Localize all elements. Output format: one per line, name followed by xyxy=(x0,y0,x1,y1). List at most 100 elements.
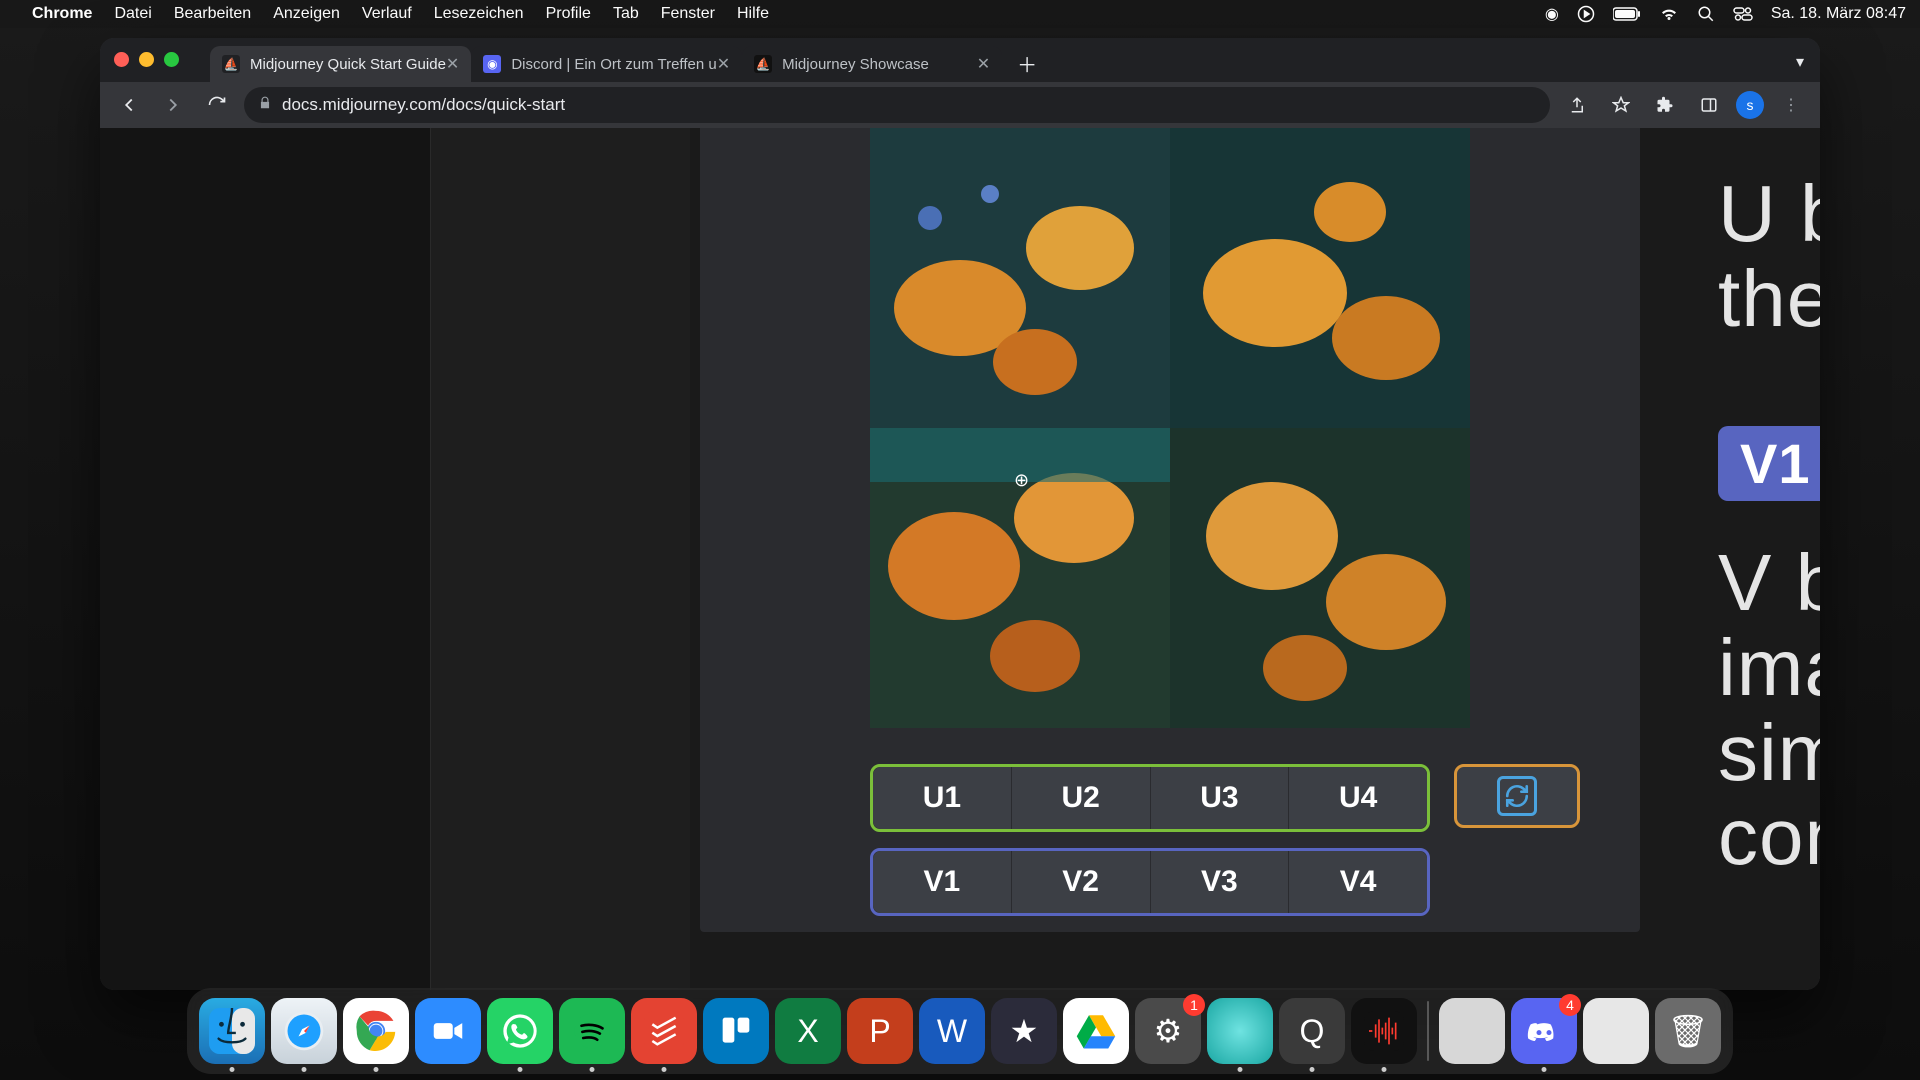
dock-voice-memos-icon[interactable] xyxy=(1351,998,1417,1064)
text-line: sim xyxy=(1718,711,1820,796)
bookmark-icon[interactable] xyxy=(1604,88,1638,122)
dock-chrome-icon[interactable] xyxy=(343,998,409,1064)
running-indicator xyxy=(1542,1067,1547,1072)
variation-v4-button[interactable]: V4 xyxy=(1289,851,1427,913)
share-icon[interactable] xyxy=(1560,88,1594,122)
tab-discord[interactable]: ◉ Discord | Ein Ort zum Treffen u ✕ xyxy=(471,46,742,82)
menu-profile[interactable]: Profile xyxy=(546,5,591,23)
tabs-dropdown-icon[interactable]: ▾ xyxy=(1796,52,1804,72)
dock-todoist-icon[interactable] xyxy=(631,998,697,1064)
dock-safari-icon[interactable] xyxy=(271,998,337,1064)
tab-title: Discord | Ein Ort zum Treffen u xyxy=(511,56,716,73)
zoom-cursor-icon: ⊕ xyxy=(1014,470,1029,491)
menu-lesezeichen[interactable]: Lesezeichen xyxy=(434,5,524,23)
window-fullscreen-button[interactable] xyxy=(164,52,179,67)
dock-discord-icon[interactable]: 4 xyxy=(1511,998,1577,1064)
dock-notes-stack-icon[interactable] xyxy=(1583,998,1649,1064)
wifi-icon[interactable] xyxy=(1659,7,1679,21)
dock-quicktime-icon[interactable]: Q xyxy=(1279,998,1345,1064)
dock-zoom-icon[interactable] xyxy=(415,998,481,1064)
reload-button[interactable] xyxy=(200,88,234,122)
variation-button-row: V1 V2 V3 V4 xyxy=(870,848,1430,916)
menubar-app-name[interactable]: Chrome xyxy=(32,5,92,23)
new-tab-button[interactable]: ＋ xyxy=(1012,48,1042,78)
url-text: docs.midjourney.com/docs/quick-start xyxy=(282,95,565,115)
back-button[interactable] xyxy=(112,88,146,122)
docs-subnav xyxy=(430,128,690,990)
window-close-button[interactable] xyxy=(114,52,129,67)
dock-drive-icon[interactable] xyxy=(1063,998,1129,1064)
running-indicator xyxy=(518,1067,523,1072)
dock-trello-icon[interactable] xyxy=(703,998,769,1064)
record-icon[interactable]: ◉ xyxy=(1545,4,1559,24)
upscale-u2-button[interactable]: U2 xyxy=(1012,767,1151,829)
sidepanel-icon[interactable] xyxy=(1692,88,1726,122)
variation-v1-button[interactable]: V1 xyxy=(873,851,1012,913)
dock-settings-icon[interactable]: ⚙1 xyxy=(1135,998,1201,1064)
browser-toolbar: docs.midjourney.com/docs/quick-start s ⋮ xyxy=(100,82,1820,128)
menu-anzeigen[interactable]: Anzeigen xyxy=(273,5,340,23)
upscale-u4-button[interactable]: U4 xyxy=(1289,767,1427,829)
running-indicator xyxy=(374,1067,379,1072)
battery-icon[interactable] xyxy=(1613,7,1641,21)
desktop: Chrome Datei Bearbeiten Anzeigen Verlauf… xyxy=(0,0,1920,1080)
reroll-button[interactable] xyxy=(1454,764,1580,828)
menu-hilfe[interactable]: Hilfe xyxy=(737,5,769,23)
dock-preview-doc-icon[interactable] xyxy=(1439,998,1505,1064)
dock-finder-icon[interactable] xyxy=(199,998,265,1064)
upscale-u1-button[interactable]: U1 xyxy=(873,767,1012,829)
page-viewport[interactable]: 1 2 3 ⊕ 4 xyxy=(100,128,1820,990)
menubar-clock[interactable]: Sa. 18. März 08:47 xyxy=(1771,5,1906,23)
grid-cell-2: 2 xyxy=(1170,128,1470,428)
variation-v3-button[interactable]: V3 xyxy=(1151,851,1290,913)
dock-imovie-icon[interactable]: ★ xyxy=(991,998,1057,1064)
menu-fenster[interactable]: Fenster xyxy=(661,5,715,23)
profile-avatar[interactable]: s xyxy=(1736,91,1764,119)
running-indicator xyxy=(302,1067,307,1072)
dock-whatsapp-icon[interactable] xyxy=(487,998,553,1064)
running-indicator xyxy=(662,1067,667,1072)
upscale-button-row: U1 U2 U3 U4 xyxy=(870,764,1430,832)
tab-midjourney-showcase[interactable]: ⛵ Midjourney Showcase ✕ xyxy=(742,46,1002,82)
text-line: the xyxy=(1718,257,1820,342)
text-line: V bu xyxy=(1718,541,1820,626)
grid-cell-3: 3 ⊕ xyxy=(870,428,1170,728)
tab-close-icon[interactable]: ✕ xyxy=(717,54,730,74)
dock-badge: 1 xyxy=(1183,994,1205,1016)
mac-menubar: Chrome Datei Bearbeiten Anzeigen Verlauf… xyxy=(0,0,1920,28)
favicon-icon: ◉ xyxy=(483,55,501,73)
menu-bearbeiten[interactable]: Bearbeiten xyxy=(174,5,251,23)
dock-spotify-icon[interactable] xyxy=(559,998,625,1064)
favicon-icon: ⛵ xyxy=(754,55,772,73)
search-icon[interactable] xyxy=(1697,5,1715,23)
forward-button[interactable] xyxy=(156,88,190,122)
dock-badge: 4 xyxy=(1559,994,1581,1016)
text-line: com xyxy=(1718,795,1820,880)
text-line: ima xyxy=(1718,626,1820,711)
menu-datei[interactable]: Datei xyxy=(114,5,151,23)
tab-strip: ⛵ Midjourney Quick Start Guide ✕ ◉ Disco… xyxy=(100,38,1820,82)
lock-icon xyxy=(258,95,272,115)
variation-v2-button[interactable]: V2 xyxy=(1012,851,1151,913)
dock-app-teal-icon[interactable] xyxy=(1207,998,1273,1064)
control-center-icon[interactable] xyxy=(1733,7,1753,21)
doc-right-text: U bu the V1 V bu ima sim com xyxy=(1718,128,1820,990)
dock-excel-icon[interactable]: X xyxy=(775,998,841,1064)
window-minimize-button[interactable] xyxy=(139,52,154,67)
playback-icon[interactable] xyxy=(1577,5,1595,23)
dock-word-icon[interactable]: W xyxy=(919,998,985,1064)
running-indicator xyxy=(230,1067,235,1072)
tab-midjourney-docs[interactable]: ⛵ Midjourney Quick Start Guide ✕ xyxy=(210,46,471,82)
tab-title: Midjourney Showcase xyxy=(782,56,929,73)
dock-powerpoint-icon[interactable]: P xyxy=(847,998,913,1064)
address-bar[interactable]: docs.midjourney.com/docs/quick-start xyxy=(244,87,1550,123)
tab-close-icon[interactable]: ✕ xyxy=(446,54,459,74)
menu-verlauf[interactable]: Verlauf xyxy=(362,5,412,23)
kebab-menu-icon[interactable]: ⋮ xyxy=(1774,88,1808,122)
menu-tab[interactable]: Tab xyxy=(613,5,639,23)
extensions-icon[interactable] xyxy=(1648,88,1682,122)
dock-trash-icon[interactable]: 🗑 xyxy=(1655,998,1721,1064)
upscale-u3-button[interactable]: U3 xyxy=(1151,767,1290,829)
tab-close-icon[interactable]: ✕ xyxy=(977,54,990,74)
docs-sidebar[interactable] xyxy=(100,128,430,990)
